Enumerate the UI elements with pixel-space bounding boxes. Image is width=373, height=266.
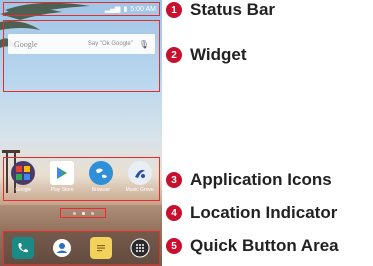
contacts-button[interactable]	[51, 237, 73, 259]
callout-location-indicator: 4 Location Indicator	[166, 203, 337, 223]
music-icon	[127, 161, 152, 185]
quick-button-area	[3, 231, 160, 265]
apps-button[interactable]	[129, 237, 151, 259]
google-logo: Google	[14, 39, 38, 49]
play-store-icon	[50, 161, 75, 185]
status-time: 5:00 AM	[130, 5, 156, 13]
google-search-widget[interactable]: Google Say "Ok Google" 🎙	[8, 34, 155, 54]
callout-widget: 2 Widget	[166, 45, 247, 65]
mic-icon[interactable]: 🎙	[139, 40, 149, 49]
callout-number: 5	[166, 238, 182, 254]
callout-label: Quick Button Area	[190, 236, 339, 255]
phone-screen: ▂▄▆ ▮ 5:00 AM Google Say "Ok Google" 🎙 G…	[0, 0, 162, 266]
app-music[interactable]: Music Grove	[124, 161, 156, 193]
status-bar: ▂▄▆ ▮ 5:00 AM	[3, 2, 160, 16]
callout-labels: 1 Status Bar 2 Widget 3 Application Icon…	[166, 0, 373, 266]
callout-label: Status Bar	[190, 0, 276, 19]
app-label: Music Grove	[125, 187, 154, 193]
callout-status-bar: 1 Status Bar	[166, 0, 275, 20]
app-browser[interactable]: Browser	[85, 161, 117, 193]
callout-number: 3	[166, 172, 182, 188]
app-play-store[interactable]: Play Store	[46, 161, 78, 193]
phone-icon	[18, 243, 29, 253]
callout-label: Application Icons	[190, 170, 332, 189]
google-folder-icon	[11, 161, 36, 185]
widget-area: Google Say "Ok Google" 🎙	[3, 20, 160, 92]
callout-application-icons: 3 Application Icons	[166, 170, 332, 190]
page-dot[interactable]	[90, 211, 94, 215]
callout-number: 4	[166, 205, 182, 221]
app-label: Browser	[91, 187, 111, 193]
globe-icon	[88, 161, 113, 185]
phone-button[interactable]	[12, 237, 35, 259]
battery-icon: ▮	[123, 6, 128, 13]
callout-quick-button-area: 5 Quick Button Area	[166, 236, 339, 256]
page-dot-current[interactable]	[81, 211, 85, 215]
messaging-button[interactable]	[89, 237, 112, 259]
apps-grid-icon	[130, 238, 150, 258]
message-icon	[96, 245, 105, 252]
app-google[interactable]: Google	[7, 161, 39, 193]
location-indicator[interactable]	[60, 208, 106, 218]
callout-number: 2	[166, 47, 182, 63]
app-label: Play Store	[50, 187, 74, 193]
callout-label: Location Indicator	[190, 203, 338, 222]
app-label: Google	[15, 187, 32, 193]
page-dot[interactable]	[72, 211, 76, 215]
contacts-icon	[53, 239, 72, 257]
search-hint: Say "Ok Google"	[87, 41, 133, 47]
application-icons: Google Play Store Browser Music Grove	[3, 157, 160, 201]
callout-number: 1	[166, 2, 182, 18]
signal-icon: ▂▄▆	[104, 6, 121, 13]
callout-label: Widget	[190, 45, 247, 64]
